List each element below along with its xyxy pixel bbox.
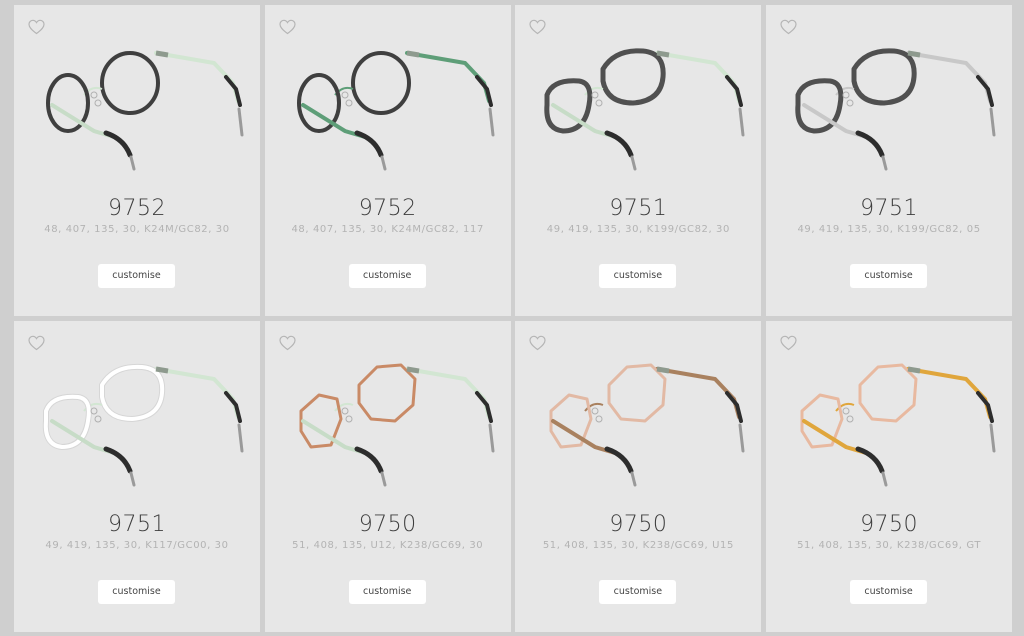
product-model-number: 9751 <box>108 512 166 537</box>
eyeglasses-image <box>42 363 244 487</box>
product-spec-line: 49, 419, 135, 30, K117/GC00, 30 <box>45 540 229 551</box>
product-spec-line: 51, 408, 135, U12, K238/GC69, 30 <box>292 540 484 551</box>
product-spec-line: 48, 407, 135, 30, K24M/GC82, 117 <box>291 224 484 235</box>
heart-outline-icon[interactable] <box>780 335 797 351</box>
product-card[interactable]: 9752 48, 407, 135, 30, K24M/GC82, 117 cu… <box>264 5 511 316</box>
heart-outline-icon[interactable] <box>28 335 45 351</box>
product-spec-line: 51, 408, 135, 30, K238/GC69, GT <box>797 540 982 551</box>
eyeglasses-image <box>549 363 745 487</box>
product-card[interactable]: 9752 48, 407, 135, 30, K24M/GC82, 30 cus… <box>14 5 260 316</box>
product-card[interactable]: 9751 49, 419, 135, 30, K117/GC00, 30 cus… <box>14 321 260 632</box>
product-spec-line: 51, 408, 135, 30, K238/GC69, U15 <box>542 540 734 551</box>
heart-outline-icon[interactable] <box>529 19 546 35</box>
product-model-number: 9751 <box>860 196 919 221</box>
heart-outline-icon[interactable] <box>529 335 546 351</box>
product-grid: 9752 48, 407, 135, 30, K24M/GC82, 30 cus… <box>14 5 1013 632</box>
customise-button[interactable]: customise <box>348 580 426 604</box>
heart-outline-icon[interactable] <box>780 19 797 35</box>
heart-outline-icon[interactable] <box>279 19 296 35</box>
product-card[interactable]: 9750 51, 408, 135, 30, K238/GC69, U15 cu… <box>515 321 762 632</box>
product-spec-line: 49, 419, 135, 30, K199/GC82, 30 <box>546 224 730 235</box>
customise-button[interactable]: customise <box>348 264 426 288</box>
customise-button[interactable]: customise <box>850 580 928 604</box>
eyeglasses-image <box>544 48 745 171</box>
product-card[interactable]: 9750 51, 408, 135, U12, K238/GC69, 30 cu… <box>264 321 511 632</box>
eyeglasses-image <box>296 50 495 171</box>
product-card[interactable]: 9750 51, 408, 135, 30, K238/GC69, GT cus… <box>766 321 1013 632</box>
eyeglasses-image <box>299 363 495 487</box>
product-model-number: 9752 <box>108 196 166 221</box>
product-model-number: 9751 <box>609 196 668 221</box>
heart-outline-icon[interactable] <box>279 335 296 351</box>
customise-button[interactable]: customise <box>98 264 175 288</box>
customise-button[interactable]: customise <box>599 580 677 604</box>
product-card[interactable]: 9751 49, 419, 135, 30, K199/GC82, 05 cus… <box>766 5 1013 316</box>
customise-button[interactable]: customise <box>850 264 928 288</box>
heart-outline-icon[interactable] <box>28 19 45 35</box>
product-model-number: 9752 <box>358 196 417 221</box>
product-card[interactable]: 9751 49, 419, 135, 30, K199/GC82, 30 cus… <box>515 5 762 316</box>
eyeglasses-image <box>46 50 244 171</box>
product-model-number: 9750 <box>609 512 668 537</box>
customise-button[interactable]: customise <box>599 264 677 288</box>
product-model-number: 9750 <box>358 512 417 537</box>
product-spec-line: 49, 419, 135, 30, K199/GC82, 05 <box>797 224 981 235</box>
customise-button[interactable]: customise <box>98 580 175 604</box>
eyeglasses-image <box>800 363 996 487</box>
eyeglasses-image <box>795 48 996 171</box>
product-spec-line: 48, 407, 135, 30, K24M/GC82, 30 <box>44 224 230 235</box>
product-model-number: 9750 <box>860 512 919 537</box>
product-grid-page: 9752 48, 407, 135, 30, K24M/GC82, 30 cus… <box>0 0 1024 636</box>
